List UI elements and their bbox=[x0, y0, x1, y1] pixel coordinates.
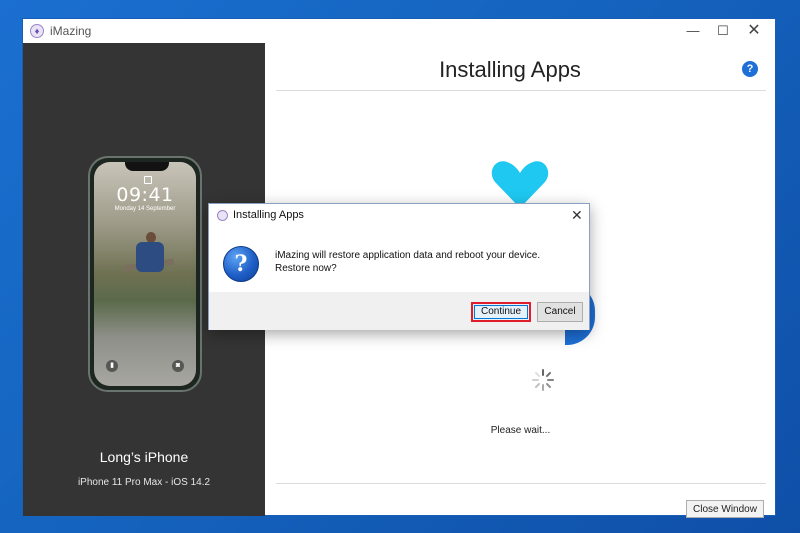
divider bbox=[276, 90, 766, 91]
divider bbox=[276, 483, 766, 484]
dialog-message: iMazing will restore application data an… bbox=[275, 250, 541, 274]
close-window-icon[interactable]: ✕ bbox=[739, 21, 769, 41]
close-window-button[interactable]: Close Window bbox=[686, 500, 764, 518]
phone-notch bbox=[125, 162, 169, 171]
device-name: Long’s iPhone bbox=[99, 449, 189, 465]
loading-spinner-icon bbox=[532, 369, 554, 391]
imazing-logo-icon bbox=[217, 210, 228, 221]
flashlight-icon: ▮ bbox=[106, 360, 118, 372]
dialog-close-icon[interactable]: ✕ bbox=[571, 207, 583, 224]
confirm-dialog: Installing Apps ✕ ? iMazing will restore… bbox=[208, 203, 590, 330]
cancel-button[interactable]: Cancel bbox=[537, 302, 583, 322]
continue-button[interactable]: Continue bbox=[471, 302, 531, 322]
dialog-footer bbox=[209, 292, 589, 330]
page-title: Installing Apps bbox=[439, 57, 581, 82]
lock-screen: 09:41 Monday 14 September ▮ ◙ bbox=[94, 162, 196, 386]
maximize-icon[interactable]: ☐ bbox=[708, 21, 738, 41]
status-text: Please wait... bbox=[490, 425, 551, 436]
title-bar[interactable]: ♦ iMazing — ☐ ✕ bbox=[23, 19, 775, 43]
imazing-logo-icon: ♦ bbox=[30, 24, 44, 38]
lock-icon bbox=[144, 176, 152, 184]
iphone-image: 09:41 Monday 14 September ▮ ◙ bbox=[88, 156, 202, 392]
camera-icon: ◙ bbox=[172, 360, 184, 372]
device-model: iPhone 11 Pro Max - iOS 14.2 bbox=[77, 477, 211, 488]
lock-screen-date: Monday 14 September bbox=[114, 206, 176, 212]
minimize-icon[interactable]: — bbox=[678, 21, 708, 41]
help-icon[interactable]: ? bbox=[742, 61, 758, 77]
dialog-title: Installing Apps bbox=[233, 209, 304, 221]
lock-screen-time: 09:41 bbox=[116, 184, 174, 206]
person-body-shape bbox=[136, 242, 164, 272]
app-title: iMazing bbox=[50, 24, 92, 38]
question-icon: ? bbox=[223, 246, 259, 282]
